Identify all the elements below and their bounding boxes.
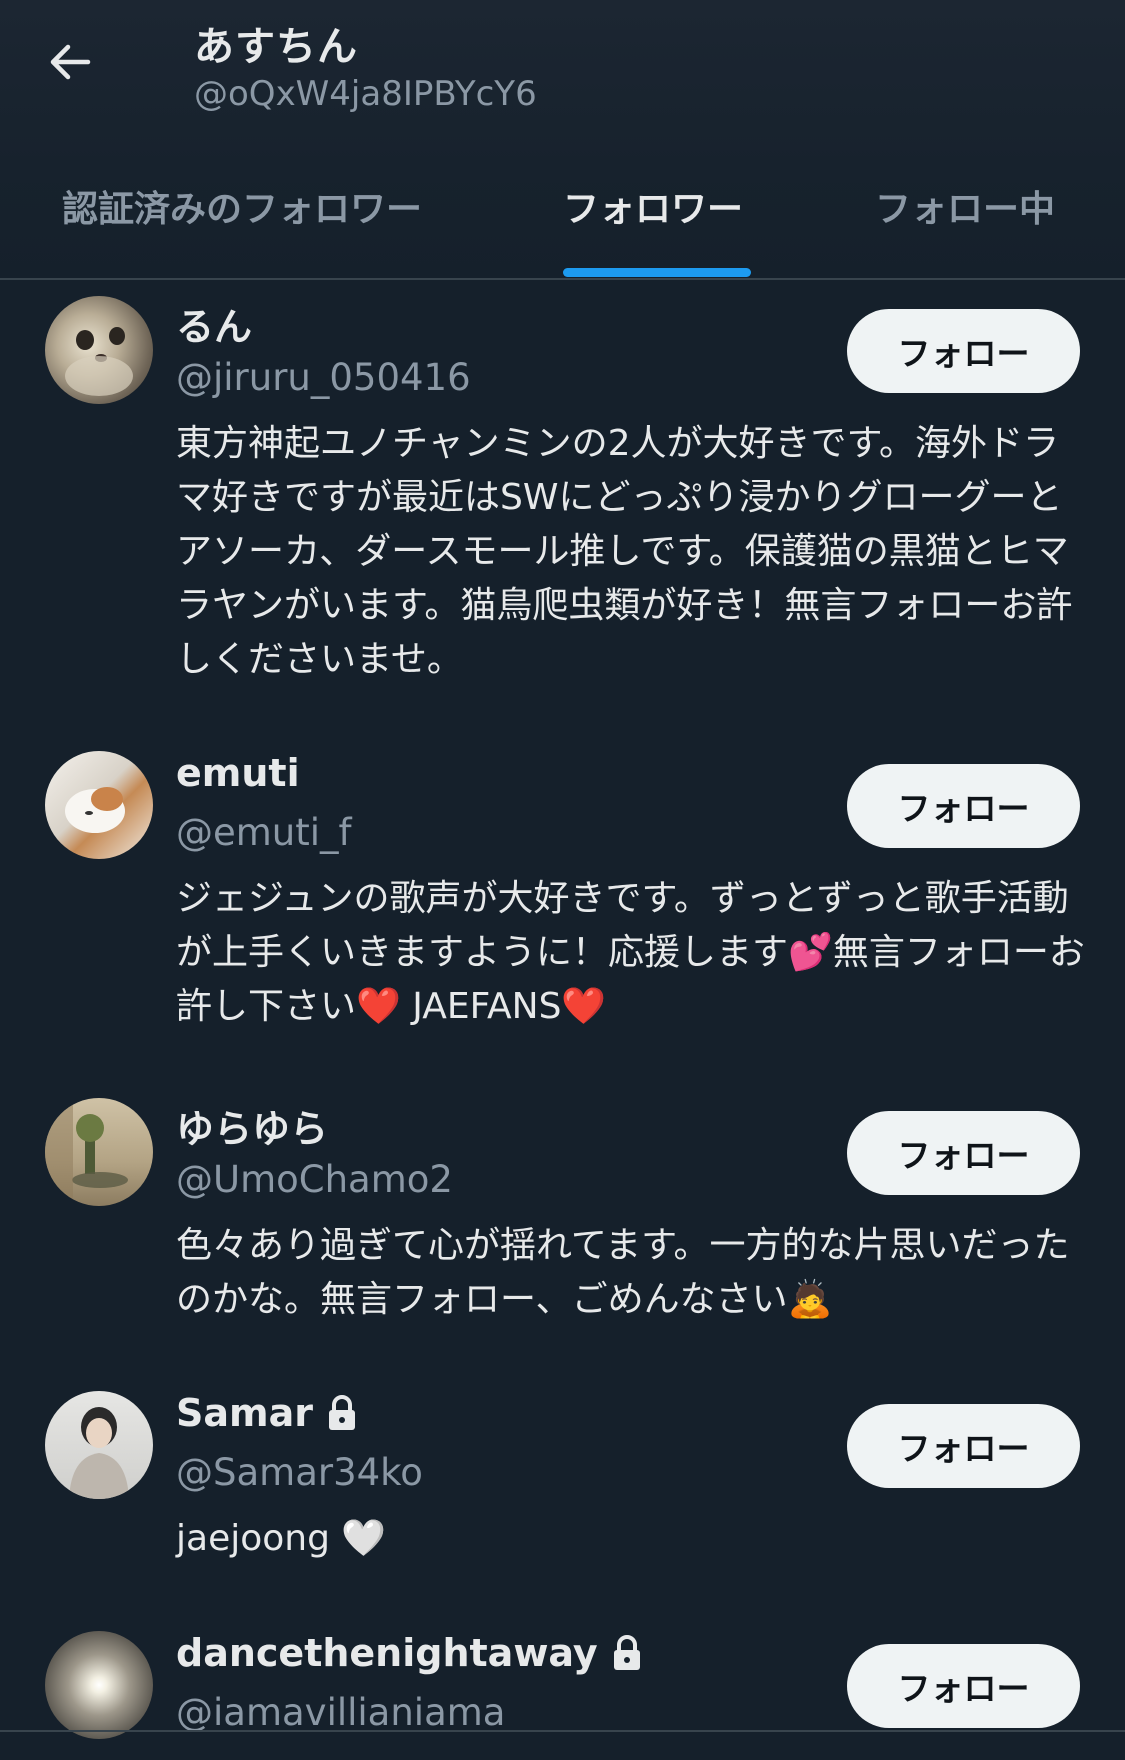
- lock-icon: [613, 1635, 640, 1670]
- back-arrow-icon: [50, 44, 91, 80]
- divider: [0, 1730, 1125, 1732]
- avatar[interactable]: [45, 1098, 153, 1206]
- avatar[interactable]: [45, 1391, 153, 1499]
- user-handle: @emuti_f: [176, 811, 352, 854]
- user-handle: @jiruru_050416: [176, 356, 471, 399]
- user-name-text: emuti: [176, 751, 300, 795]
- cat-photo-icon: [65, 787, 125, 833]
- tab-followers[interactable]: フォロワー: [563, 180, 743, 232]
- user-name: ゆらゆら: [176, 1098, 328, 1153]
- active-tab-indicator: [563, 268, 751, 277]
- user-bio: 東方神起ユノチャンミンの2人が大好きです。海外ドラマ好きですが最近はSWにどっぷ…: [176, 423, 1073, 680]
- back-button[interactable]: [44, 36, 96, 88]
- user-name: emuti: [176, 751, 300, 795]
- user-name-text: dancethenightaway: [176, 1631, 598, 1675]
- user-name-text: るん: [176, 305, 253, 349]
- user-bio: jaejoong 🤍: [176, 1518, 387, 1559]
- profile-handle: @oQxW4ja8IPBYcY6: [194, 74, 537, 114]
- avatar[interactable]: [45, 751, 153, 859]
- person-photo-icon: [69, 1407, 129, 1499]
- user-bio: ジェジュンの歌声が大好きです。ずっとずっと歌手活動が上手くいきますように！応援し…: [176, 878, 1085, 1027]
- lock-icon: [329, 1395, 355, 1430]
- tab-following[interactable]: フォロー中: [875, 180, 1055, 232]
- user-name-text: Samar: [176, 1391, 313, 1435]
- plant-photo-icon: [45, 1098, 128, 1206]
- follow-button[interactable]: フォロー: [847, 1644, 1080, 1728]
- tab-bar: 認証済みのフォロワー フォロワー フォロー中: [0, 170, 1125, 280]
- user-handle: @Samar34ko: [176, 1451, 423, 1494]
- follow-button[interactable]: フォロー: [847, 1404, 1080, 1488]
- user-name: るん: [176, 296, 252, 351]
- tab-verified-followers[interactable]: 認証済みのフォロワー: [62, 180, 422, 232]
- profile-name: あすちん: [194, 24, 358, 70]
- follow-button[interactable]: フォロー: [847, 764, 1080, 848]
- user-handle: @UmoChamo2: [176, 1158, 453, 1201]
- user-bio: 色々あり過ぎて心が揺れてます。一方的な片思いだったのかな。無言フォロー、ごめんな…: [176, 1225, 1070, 1320]
- avatar[interactable]: [45, 1631, 153, 1739]
- user-name: Samar: [176, 1391, 357, 1435]
- follow-button[interactable]: フォロー: [847, 1111, 1080, 1195]
- profile-header: あすちん @oQxW4ja8IPBYcY6 認証済みのフォロワー フォロワー フ…: [0, 0, 1125, 280]
- user-handle: @iamavillianiama: [176, 1691, 506, 1734]
- follow-button[interactable]: フォロー: [847, 309, 1080, 393]
- cat-photo-icon: [65, 327, 133, 396]
- avatar[interactable]: [45, 296, 153, 404]
- user-name: dancethenightaway: [176, 1631, 642, 1675]
- user-name-text: ゆらゆら: [176, 1107, 329, 1151]
